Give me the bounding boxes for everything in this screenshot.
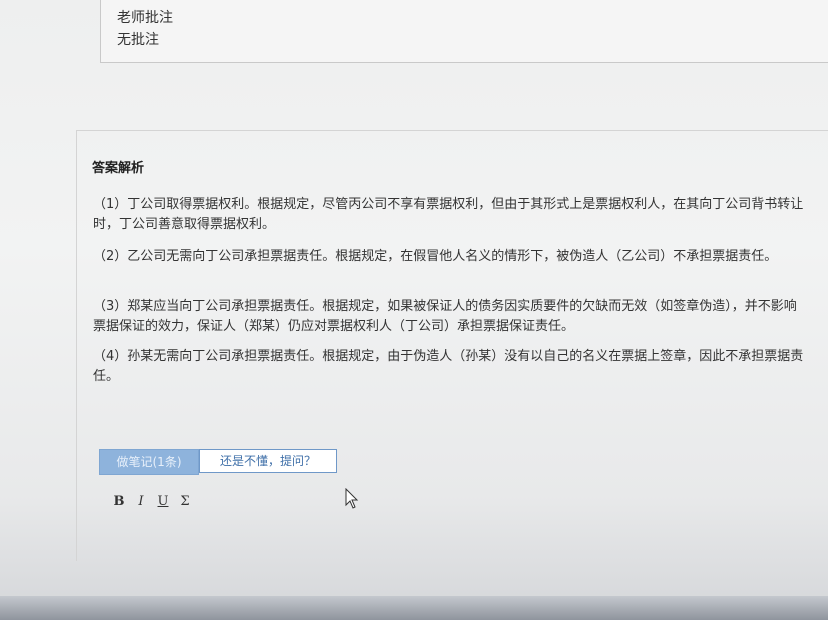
- underline-button[interactable]: U: [157, 494, 169, 514]
- mouse-pointer-icon: [345, 488, 359, 509]
- editor-toolbar: B I U Σ: [113, 494, 191, 514]
- page: 老师批注 无批注 答案解析 （1）丁公司取得票据权利。根据规定，尽管丙公司不享有…: [0, 0, 828, 620]
- teacher-comment-title: 老师批注: [117, 10, 173, 26]
- answer-analysis-title: 答案解析: [92, 161, 145, 176]
- analysis-paragraph-4: （4）孙某无需向丁公司承担票据责任。根据规定，由于伪造人（孙某）没有以自己的名义…: [93, 349, 804, 384]
- formula-button[interactable]: Σ: [179, 494, 191, 514]
- bold-button[interactable]: B: [113, 494, 125, 514]
- window-bottom-edge: [0, 596, 828, 620]
- take-note-button[interactable]: 做笔记(1条): [99, 449, 199, 475]
- ask-question-button[interactable]: 还是不懂，提问？: [199, 449, 337, 473]
- analysis-paragraph-2: （2）乙公司无需向丁公司承担票据责任。根据规定，在假冒他人名义的情形下，被伪造人…: [93, 249, 778, 264]
- analysis-paragraph-1: （1）丁公司取得票据权利。根据规定，尽管丙公司不享有票据权利，但由于其形式上是票…: [93, 197, 804, 232]
- teacher-comment-box: 老师批注 无批注: [100, 0, 828, 63]
- italic-button[interactable]: I: [135, 494, 147, 514]
- teacher-comment-body: 无批注: [117, 32, 159, 48]
- analysis-paragraph-3: （3）郑某应当向丁公司承担票据责任。根据规定，如果被保证人的债务因实质要件的欠缺…: [93, 299, 797, 334]
